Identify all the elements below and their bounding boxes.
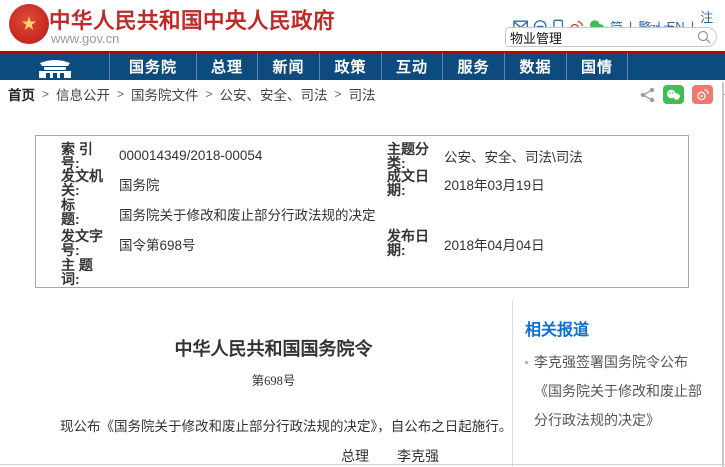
breadcrumb: 首页 > 信息公开 > 国务院文件 > 公安、安全、司法 > 司法 bbox=[8, 80, 376, 108]
nav-home-button[interactable] bbox=[0, 53, 110, 80]
decree-body-text: 现公布《国务院关于修改和废止部分行政法规的决定》，自公布之日起施行。 bbox=[35, 415, 512, 435]
meta-value-doc-number: 国令第698号 bbox=[119, 234, 387, 254]
search-icon[interactable] bbox=[697, 30, 711, 44]
meta-empty-cell bbox=[387, 258, 444, 285]
meta-value-title: 国务院关于修改和废止部分行政法规的决定 bbox=[119, 204, 387, 224]
meta-label-publish-date: 发布日 期: bbox=[387, 229, 444, 258]
meta-label-keywords: 主 题 词: bbox=[61, 258, 119, 285]
decree-signature: 总理 李克强 bbox=[35, 446, 512, 466]
related-reports-panel: 相关报道 李克强签署国务院令公布《国务院关于修改和废止部分行政法规的决定》 bbox=[512, 300, 723, 467]
meta-value-index-no: 000014349/2018-00054 bbox=[119, 148, 387, 163]
breadcrumb-separator: > bbox=[117, 87, 124, 101]
document-meta-table: 索 引 号: 000014349/2018-00054 主题分 类: 公安、安全… bbox=[35, 135, 689, 288]
meta-value-written-date: 2018年03月19日 bbox=[444, 174, 688, 194]
national-emblem-logo[interactable]: ★ bbox=[9, 4, 49, 44]
share-toolbar: + bbox=[640, 85, 725, 104]
nav-item-state-council[interactable]: 国务院 bbox=[110, 53, 197, 80]
meta-label-doc-number: 发文字 号: bbox=[61, 229, 119, 258]
meta-label-title: 标 题: bbox=[61, 198, 119, 229]
gov-cn-page: ★ 中华人民共和国中央人民政府 www.gov.cn 简 | 繁 | bbox=[0, 0, 725, 467]
related-report-text: 李克强签署国务院令公布《国务院关于修改和废止部分行政法规的决定》 bbox=[534, 354, 702, 428]
search-box bbox=[505, 27, 717, 47]
meta-value-publish-date: 2018年04月04日 bbox=[444, 234, 688, 254]
share-icon[interactable] bbox=[640, 87, 655, 103]
nav-item-interact[interactable]: 互动 bbox=[382, 53, 443, 80]
share-weibo-button[interactable] bbox=[692, 85, 713, 104]
meta-label-written-date: 成文日 期: bbox=[387, 169, 444, 198]
nav-item-national-profile[interactable]: 国情 bbox=[567, 53, 628, 80]
emblem-star-icon: ★ bbox=[20, 15, 37, 34]
related-reports-heading: 相关报道 bbox=[525, 316, 723, 340]
search-input[interactable] bbox=[506, 30, 697, 45]
nav-item-premier[interactable]: 总理 bbox=[197, 53, 258, 80]
decree-title: 中华人民共和国国务院令 bbox=[35, 335, 512, 361]
breadcrumb-public-security[interactable]: 公安、安全、司法 bbox=[220, 84, 328, 104]
breadcrumb-state-council-docs[interactable]: 国务院文件 bbox=[131, 84, 199, 104]
breadcrumb-home[interactable]: 首页 bbox=[8, 84, 35, 104]
site-url: www.gov.cn bbox=[51, 31, 119, 46]
meta-label-index-no: 索 引 号: bbox=[61, 142, 119, 169]
meta-label-issuing-agency: 发文机 关: bbox=[61, 169, 119, 198]
weibo-badge-icon bbox=[695, 88, 710, 101]
breadcrumb-separator: > bbox=[335, 87, 342, 101]
nav-filler bbox=[628, 53, 725, 80]
breadcrumb-separator: > bbox=[206, 87, 213, 101]
breadcrumb-info-disclosure[interactable]: 信息公开 bbox=[56, 84, 110, 104]
main-nav: 国务院 总理 新闻 政策 互动 服务 数据 国情 bbox=[0, 53, 725, 80]
footer-top-border bbox=[0, 464, 725, 465]
decree-article: 中华人民共和国国务院令 第698号 现公布《国务院关于修改和废止部分行政法规的决… bbox=[35, 288, 512, 467]
nav-item-policies[interactable]: 政策 bbox=[320, 53, 382, 80]
nav-item-data[interactable]: 数据 bbox=[505, 53, 567, 80]
meta-label-topic-category: 主题分 类: bbox=[387, 142, 444, 169]
meta-empty-cell bbox=[387, 198, 444, 229]
breadcrumb-separator: > bbox=[42, 87, 49, 101]
tiananmen-home-icon bbox=[36, 56, 74, 78]
related-report-link[interactable]: 李克强签署国务院令公布《国务院关于修改和废止部分行政法规的决定》 bbox=[525, 348, 712, 435]
nav-item-news[interactable]: 新闻 bbox=[258, 53, 320, 80]
decree-number: 第698号 bbox=[35, 370, 512, 389]
meta-value-topic-category: 公安、安全、司法\司法 bbox=[444, 146, 688, 166]
share-wechat-button[interactable] bbox=[663, 85, 684, 104]
bullet-icon bbox=[525, 361, 528, 364]
nav-item-services[interactable]: 服务 bbox=[443, 53, 505, 80]
page-right-border bbox=[722, 82, 724, 467]
wechat-badge-icon bbox=[666, 89, 681, 101]
meta-value-issuing-agency: 国务院 bbox=[119, 174, 387, 194]
breadcrumb-justice[interactable]: 司法 bbox=[349, 84, 376, 104]
